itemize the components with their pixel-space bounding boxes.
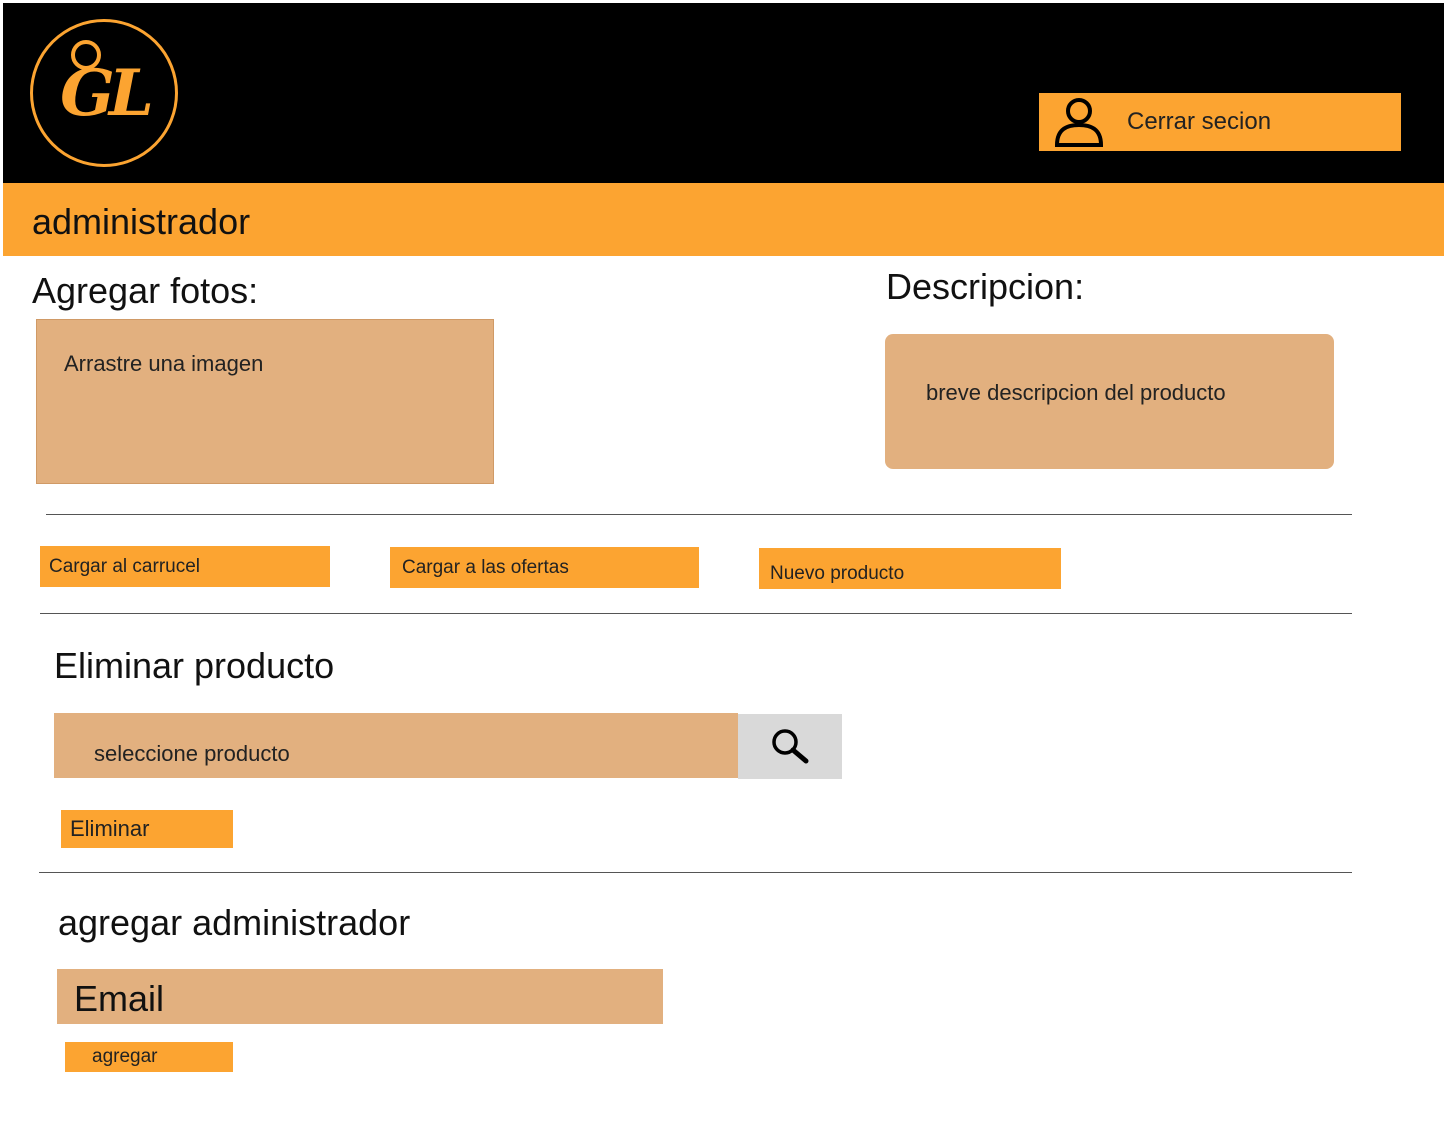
divider	[39, 872, 1352, 873]
email-placeholder: Email	[74, 978, 165, 1019]
add-admin-heading: agregar administrador	[58, 902, 411, 943]
brand-logo[interactable]: GL	[30, 19, 178, 167]
search-icon	[772, 728, 809, 763]
new-product-button[interactable]: Nuevo producto	[759, 548, 1061, 589]
divider	[40, 613, 1352, 614]
divider	[46, 514, 1352, 515]
photos-heading: Agregar fotos:	[32, 270, 259, 311]
section-bar: administrador	[3, 183, 1444, 256]
description-field[interactable]: breve descripcion del producto	[885, 334, 1334, 469]
dropzone-hint: Arrastre una imagen	[64, 351, 264, 376]
load-offers-button[interactable]: Cargar a las ofertas	[390, 547, 699, 588]
user-icon	[1054, 98, 1104, 147]
image-dropzone[interactable]: Arrastre una imagen	[36, 319, 494, 484]
logout-label: Cerrar secion	[1127, 108, 1272, 135]
delete-heading: Eliminar producto	[54, 645, 335, 686]
logo-text: GL	[60, 55, 154, 131]
delete-button[interactable]: Eliminar	[61, 810, 233, 848]
search-button[interactable]	[738, 714, 842, 779]
load-carousel-button[interactable]: Cargar al carrucel	[40, 546, 330, 587]
product-select-placeholder: seleccione producto	[94, 741, 290, 766]
email-field[interactable]: Email	[57, 969, 663, 1024]
product-select-input[interactable]: seleccione producto	[54, 713, 738, 778]
page-title: administrador	[32, 201, 251, 242]
add-admin-button[interactable]: agregar	[65, 1042, 233, 1072]
logout-button[interactable]: Cerrar secion	[1039, 93, 1401, 151]
description-heading: Descripcion:	[886, 266, 1085, 307]
description-placeholder: breve descripcion del producto	[926, 380, 1226, 405]
